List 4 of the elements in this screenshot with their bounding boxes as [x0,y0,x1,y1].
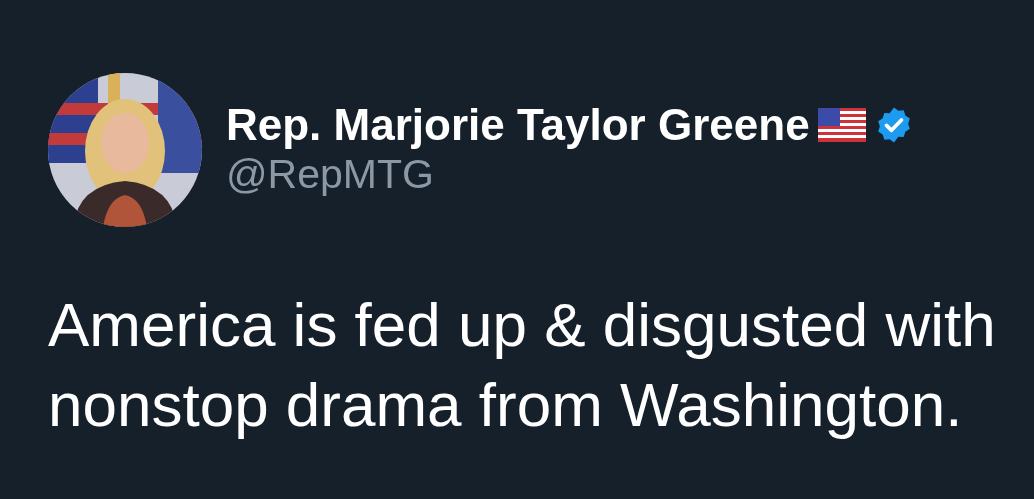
author-handle[interactable]: @RepMTG [226,149,914,199]
tweet-text: America is fed up & disgusted with nonstop drama from Washington. [48,289,997,441]
author-name[interactable]: Rep. Marjorie Taylor Greene [226,101,810,150]
flag-icon [817,108,866,143]
